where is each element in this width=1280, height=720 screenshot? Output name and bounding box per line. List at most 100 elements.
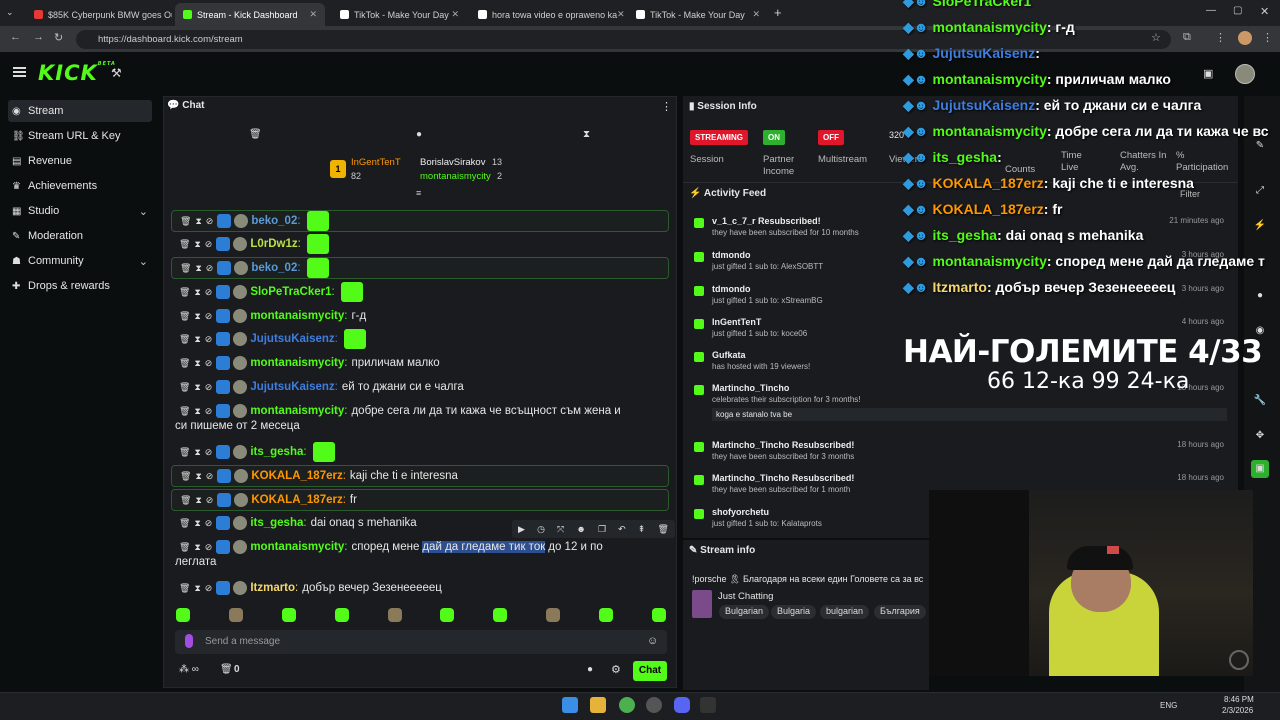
chat-message[interactable]: 🗑 ⧗ ⊘ SloPeTraCker1: [171,281,669,303]
timeout-icon[interactable]: ⧗ [194,358,200,369]
extensions-icon[interactable]: ⧉ [1183,31,1191,44]
chat-username[interactable]: its_gesha [250,517,303,529]
sidebar-item[interactable]: ✎ Moderation [8,225,152,247]
kick-logo[interactable]: KICKBETA [38,61,116,85]
chat-username[interactable]: L0rDw1z [250,238,297,250]
timeout-icon[interactable]: ⧗ [194,447,200,458]
chat-message[interactable]: 🗑 ⧗ ⊘ montanaismycity: добре сега ли да ти к… [171,400,669,422]
trash-icon[interactable]: 🗑 [249,129,262,140]
chat-username[interactable]: montanaismycity [250,310,344,322]
chat-options-icon[interactable]: ● [587,664,593,675]
maximize-button[interactable]: ▢ [1233,5,1242,16]
ban-icon[interactable]: ⊘ [205,334,213,345]
chat-username[interactable]: JujutsuKaisenz [250,333,334,345]
menu-dots-icon[interactable]: ⋮ [1215,31,1226,44]
chat-username[interactable]: its_gesha [250,446,303,458]
delete-icon[interactable]: 🗑 [180,495,191,506]
pin-message-icon[interactable]: ⇞ [638,524,646,535]
ban-icon[interactable]: ⊘ [206,471,214,482]
play-icon[interactable]: ▶ [518,524,525,535]
back-icon[interactable]: ← [10,31,21,43]
emote-picker-item[interactable] [440,608,455,622]
delete-icon[interactable]: 🗑 [179,334,190,345]
tag-bulgarian-lower[interactable]: bulgarian [820,605,870,619]
timeout-icon[interactable]: ⧗ [194,542,200,553]
chat-message[interactable]: 🗑 ⧗ ⊘ montanaismycity: приличам малко [171,352,669,374]
delete-icon[interactable]: 🗑 [180,471,191,482]
timeout-icon[interactable]: ⧗ [194,382,200,393]
mic-icon[interactable] [185,634,193,648]
browser-menu-icon[interactable]: ⋮ [1262,31,1273,44]
emote-picker-item[interactable] [228,608,243,622]
chat-username[interactable]: montanaismycity [250,357,344,369]
emote-icon[interactable]: ☻ [576,524,585,534]
ban-icon[interactable]: ⊘ [205,358,213,369]
settings-gear-icon[interactable]: ⚙ [611,663,621,676]
close-window-button[interactable]: ✕ [1260,5,1269,18]
minimize-button[interactable]: — [1206,5,1216,16]
chat-message[interactable]: 🗑 ⧗ ⊘ montanaismycity: г-д [171,305,669,327]
activity-item[interactable]: Martincho_Tincho Resubscribed! they have … [694,440,1234,461]
ban-icon[interactable]: ⊘ [205,382,213,393]
sidebar-item[interactable]: ▦ Studio ⌄ [8,200,152,222]
timeout-icon[interactable]: ⧗ [194,406,200,417]
timeout-icon[interactable]: ⧗ [194,518,200,529]
emote-picker-item[interactable] [493,608,508,622]
ban-icon[interactable]: ⊘ [205,287,213,298]
chat-username[interactable]: montanaismycity [250,541,344,553]
timeout-icon[interactable]: ⧗ [195,263,201,274]
emote-picker-item[interactable] [387,608,402,622]
timeout-icon[interactable]: ⧗ [194,311,200,322]
timeout-icon[interactable]: ⧗ [195,216,201,227]
copy-icon[interactable]: ❐ [598,524,606,535]
chat-username[interactable]: Itzmarto [250,582,295,594]
ban-icon[interactable]: ⊘ [205,583,213,594]
emote-picker-item[interactable] [599,608,613,622]
emote-picker-item[interactable] [176,608,190,622]
chat-message[interactable]: 🗑 ⧗ ⊘ KOKALA_187erz: fr [171,489,669,511]
leaderboard-first[interactable]: InGentTenT [351,157,401,168]
leaderboard-third[interactable]: montanaismycity [420,171,491,182]
chat-username[interactable]: montanaismycity [250,405,344,417]
send-chat-button[interactable]: Chat [633,661,667,681]
chat-bubble-icon[interactable]: ● [416,129,422,140]
sidebar-item[interactable]: ◉ Stream [8,100,152,122]
ban-icon[interactable]: ⊘ [205,518,213,529]
ban-icon[interactable]: ⊘ [205,447,213,458]
emote-picker-item[interactable] [651,608,666,622]
browser-tab[interactable]: $85K Cyberpunk BMW goes Ou✕ [26,3,172,26]
chat-username[interactable]: beko_02 [251,215,297,227]
profile-avatar[interactable] [1238,31,1252,45]
emote-picker-item[interactable] [334,608,349,622]
hourglass-icon[interactable]: ⧗ [583,129,590,140]
tag-bulgarian[interactable]: Bulgarian [719,605,770,619]
tag-bulgaria-cyrillic[interactable]: България [874,605,926,619]
category-name[interactable]: Just Chatting [718,591,773,602]
leaderboard-second[interactable]: BorislavSirakov [420,157,485,168]
tab-close-icon[interactable]: ✕ [752,9,760,20]
wrench-rail-icon[interactable]: 🔧 [1251,392,1269,410]
tag-bulgaria[interactable]: Bulgaria [771,605,817,619]
timeout-icon[interactable]: ⧗ [194,334,200,345]
chat-icon[interactable]: ● [1251,287,1269,305]
green-app-icon[interactable]: ▣ [1251,460,1269,478]
chat-message[interactable]: 🗑 ⧗ ⊘ KOKALA_187erz: kaji che ti e interesna [171,465,669,487]
delete-icon[interactable]: 🗑 [179,406,190,417]
hamburger-menu-icon[interactable] [13,67,26,77]
timeout-icon[interactable]: ⧗ [194,583,200,594]
infinity-points-icon[interactable]: ⁂ ∞ [179,664,199,675]
delete-icon[interactable]: 🗑 [179,382,190,393]
sidebar-item[interactable]: ♛ Achievements [8,175,152,197]
emote-picker-item[interactable] [281,608,296,622]
chat-username[interactable]: SloPeTraCker1 [250,286,331,298]
delete-icon[interactable]: 🗑 [179,358,190,369]
message-input[interactable]: Send a message [175,630,667,654]
clock-date[interactable]: 2/3/2026 [1222,706,1253,715]
ban-icon[interactable]: ⊘ [205,406,213,417]
sidebar-item[interactable]: ☗ Community ⌄ [8,250,152,272]
chat-message[interactable]: 🗑 ⧗ ⊘ beko_02: [171,210,669,232]
chat-message[interactable]: 🗑 ⧗ ⊘ JujutsuKaisenz: [171,328,669,350]
chat-username[interactable]: JujutsuKaisenz [250,381,334,393]
browser-tab[interactable]: TikTok - Make Your Day ✕ [628,3,768,26]
undo-icon[interactable]: ↶ [618,524,626,535]
